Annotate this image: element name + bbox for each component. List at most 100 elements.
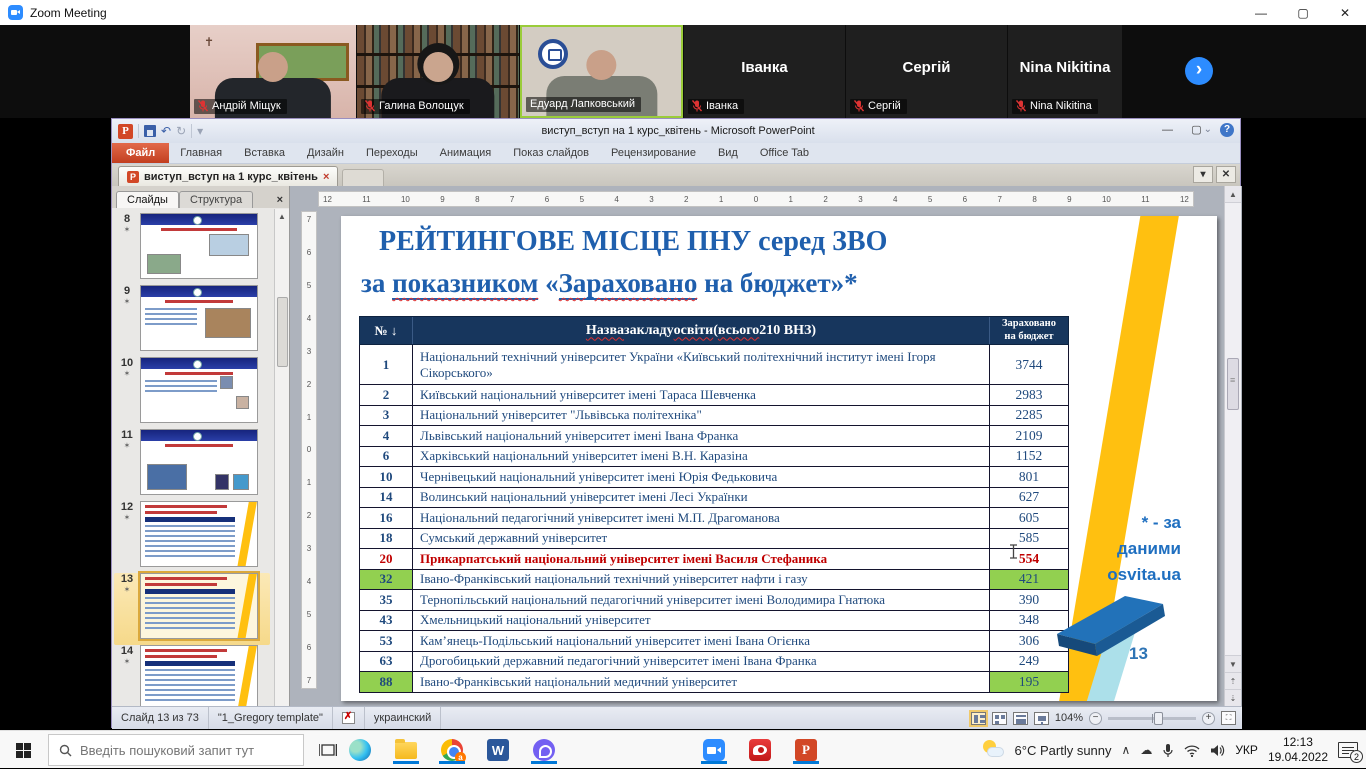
ribbon-tab-рецензирование[interactable]: Рецензирование <box>600 143 707 163</box>
volume-icon[interactable] <box>1210 744 1225 757</box>
taskbar-app-edge[interactable] <box>346 736 374 764</box>
taskbar-app-media-app[interactable] <box>746 736 774 764</box>
panel-scroll-up-icon[interactable]: ▲ <box>275 209 289 221</box>
video-tile[interactable]: Галина Волощук <box>357 25 519 118</box>
reading-view-button[interactable] <box>1013 712 1028 725</box>
previous-slide-button[interactable]: ⇡ <box>1225 672 1241 689</box>
slides-panel-scrollbar[interactable]: ▲ <box>274 209 289 706</box>
next-participants-button[interactable]: › <box>1185 57 1213 85</box>
thumbnail-preview[interactable] <box>140 501 258 567</box>
start-button[interactable] <box>0 731 46 769</box>
zoom-in-button[interactable]: + <box>1202 712 1215 725</box>
slide-thumbnail-8[interactable]: 8✶ <box>114 213 270 285</box>
save-icon[interactable] <box>144 125 156 137</box>
taskbar-search[interactable] <box>48 734 304 766</box>
doctab-close-button[interactable]: ✕ <box>1216 166 1236 183</box>
document-tab-close-icon[interactable]: × <box>323 171 329 183</box>
new-document-tab[interactable] <box>342 169 384 186</box>
zoom-slider-handle[interactable] <box>1154 712 1163 725</box>
ribbon-tab-office-tab[interactable]: Office Tab <box>749 143 820 163</box>
tab-slides[interactable]: Слайды <box>116 191 179 208</box>
redo-icon[interactable]: ↻ <box>176 125 186 137</box>
taskbar-app-zoom[interactable] <box>700 736 728 764</box>
ribbon-tab-главная[interactable]: Главная <box>169 143 233 163</box>
wifi-icon[interactable] <box>1184 744 1200 757</box>
taskbar-app-chrome[interactable]: a <box>438 736 466 764</box>
windows-taskbar: aW P 6°C Partly sunny ∧ ☁ УКР 12:13 19.04… <box>0 730 1366 768</box>
video-tile[interactable]: СергійСергій <box>846 25 1007 118</box>
tab-outline[interactable]: Структура <box>179 191 253 208</box>
thumbnail-preview[interactable] <box>140 213 258 279</box>
status-slide-info: Слайд 13 из 73 <box>112 707 209 729</box>
zoom-maximize-button[interactable]: ▢ <box>1282 0 1324 25</box>
slides-panel-close-icon[interactable]: × <box>277 194 283 208</box>
minimize-ribbon-icon[interactable]: ⌄ <box>1204 124 1212 135</box>
task-view-button[interactable] <box>314 736 342 764</box>
document-tab[interactable]: P виступ_вступ на 1 курс_квітень × <box>118 166 338 186</box>
help-icon[interactable]: ? <box>1220 123 1234 137</box>
next-slide-button[interactable]: ⇣ <box>1225 689 1241 706</box>
tray-expand-icon[interactable]: ∧ <box>1122 743 1131 757</box>
fit-to-window-button[interactable]: ⛶ <box>1221 711 1236 725</box>
taskbar-app-explorer[interactable] <box>392 736 420 764</box>
slide-scrollbar[interactable]: ▲ ▼ ⇡ ⇣ <box>1224 186 1241 706</box>
doctab-dropdown-button[interactable]: ▾ <box>1193 166 1213 183</box>
video-tile[interactable]: Едуард Лапковський <box>520 25 683 118</box>
video-tile[interactable]: Nina NikitinaNina Nikitina <box>1008 25 1122 118</box>
task-view-icon <box>319 742 337 758</box>
slideshow-view-button[interactable] <box>1034 712 1049 725</box>
taskbar-app-powerpoint[interactable]: P <box>792 736 820 764</box>
microphone-icon[interactable] <box>1162 743 1174 758</box>
ribbon-tab-переходы[interactable]: Переходы <box>355 143 429 163</box>
zoom-close-button[interactable]: ✕ <box>1324 0 1366 25</box>
table-row: 3Національний університет "Львівська пол… <box>359 406 1069 427</box>
thumbnail-preview[interactable] <box>140 429 258 495</box>
notification-center-icon[interactable]: 2 <box>1338 742 1358 758</box>
thumbnail-preview[interactable] <box>140 285 258 351</box>
ribbon-tab-показ-слайдов[interactable]: Показ слайдов <box>502 143 600 163</box>
video-tile[interactable]: ІванкаІванка <box>684 25 845 118</box>
scroll-thumb[interactable] <box>1227 358 1239 410</box>
zoom-out-button[interactable]: − <box>1089 712 1102 725</box>
powerpoint-titlebar[interactable]: P ↶ ↻ ▾ виступ_вступ на 1 курс_квітень -… <box>112 119 1240 143</box>
undo-icon[interactable]: ↶ <box>161 125 171 137</box>
weather-label[interactable]: 6°C Partly sunny <box>1015 743 1112 758</box>
status-spellcheck[interactable] <box>333 707 365 729</box>
clock-date: 19.04.2022 <box>1268 750 1328 764</box>
language-indicator[interactable]: УКР <box>1235 743 1258 757</box>
ribbon-tab-анимация[interactable]: Анимация <box>429 143 503 163</box>
slide-thumbnail-12[interactable]: 12✶ <box>114 501 270 573</box>
slide-thumbnail-9[interactable]: 9✶ <box>114 285 270 357</box>
powerpoint-app-icon[interactable]: P <box>118 124 133 139</box>
taskbar-app-word[interactable]: W <box>484 736 512 764</box>
slide-canvas[interactable]: РЕЙТИНГОВЕ МІСЦЕ ПНУ серед ЗВО за показн… <box>341 216 1217 701</box>
ppt-minimize-button[interactable]: — <box>1153 119 1182 141</box>
scroll-down-icon[interactable]: ▼ <box>1225 655 1241 672</box>
ribbon-tab-вид[interactable]: Вид <box>707 143 749 163</box>
thumbnail-preview[interactable] <box>140 357 258 423</box>
rank-cell: 2 <box>360 385 412 405</box>
search-input[interactable] <box>80 743 290 758</box>
taskbar-app-viber[interactable] <box>530 736 558 764</box>
slide-thumbnail-14[interactable]: 14✶ <box>114 645 270 706</box>
slide-thumbnail-13[interactable]: 13✶ <box>114 573 270 645</box>
scroll-up-icon[interactable]: ▲ <box>1225 186 1241 203</box>
weather-icon[interactable] <box>983 740 1005 760</box>
thumbnail-preview[interactable] <box>140 573 258 639</box>
thumbnail-preview[interactable] <box>140 645 258 706</box>
panel-scroll-thumb[interactable] <box>277 297 288 367</box>
video-tile[interactable]: ✝Андрій Міщук <box>190 25 356 118</box>
ribbon-tab-дизайн[interactable]: Дизайн <box>296 143 355 163</box>
ribbon-tab-вставка[interactable]: Вставка <box>233 143 296 163</box>
normal-view-button[interactable] <box>971 712 986 725</box>
ribbon-tab-файл[interactable]: Файл <box>112 143 169 163</box>
running-indicator <box>439 761 465 764</box>
onedrive-icon[interactable]: ☁ <box>1140 743 1152 757</box>
slide-thumbnail-11[interactable]: 11✶ <box>114 429 270 501</box>
slide-sorter-view-button[interactable] <box>992 712 1007 725</box>
zoom-minimize-button[interactable]: — <box>1240 0 1282 25</box>
slide-thumbnail-10[interactable]: 10✶ <box>114 357 270 429</box>
zoom-slider[interactable] <box>1108 717 1196 720</box>
status-language[interactable]: украинский <box>365 707 441 729</box>
clock[interactable]: 12:13 19.04.2022 <box>1268 735 1328 765</box>
